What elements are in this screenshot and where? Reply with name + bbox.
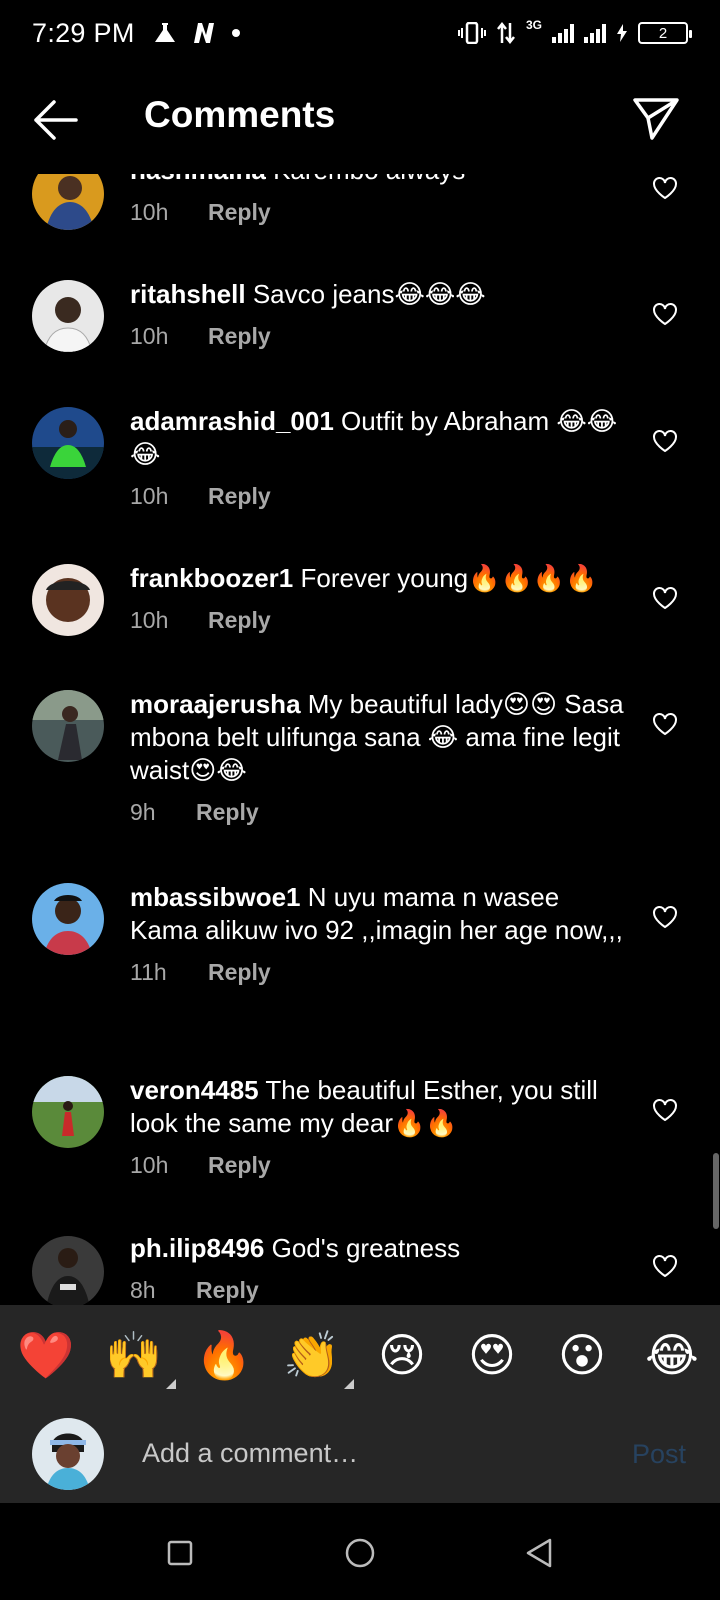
heart-outline-icon[interactable] — [652, 586, 678, 610]
comment-username[interactable]: veron4485 — [130, 1075, 259, 1105]
avatar[interactable] — [32, 690, 104, 762]
heart-outline-icon[interactable] — [652, 429, 678, 453]
comment-time: 10h — [130, 483, 169, 509]
paper-plane-icon[interactable] — [632, 96, 680, 142]
header: Comments — [0, 66, 720, 174]
status-time: 7:29 PM — [32, 17, 135, 48]
skin-tone-indicator-icon — [344, 1379, 354, 1389]
tears-of-joy-emoji-reaction[interactable]: 😂 — [642, 1325, 702, 1385]
comment-username[interactable]: adamrashid_001 — [130, 406, 334, 436]
dot-icon — [231, 29, 240, 37]
heart-outline-icon[interactable] — [652, 1098, 678, 1122]
heart-outline-icon[interactable] — [652, 712, 678, 736]
signal-2-icon — [584, 23, 606, 43]
avatar[interactable] — [32, 280, 104, 352]
avatar[interactable] — [32, 1236, 104, 1305]
heart-eyes-emoji-reaction[interactable]: 😍 — [462, 1325, 522, 1385]
battery-icon: 2 — [638, 22, 692, 44]
comment-username[interactable]: nashmaina — [130, 174, 266, 185]
recent-apps-icon[interactable] — [160, 1533, 200, 1573]
comment-username[interactable]: frankboozer1 — [130, 563, 293, 593]
comment-time: 10h — [130, 199, 169, 225]
reply-button[interactable]: Reply — [208, 199, 271, 226]
comment-input[interactable] — [142, 1433, 592, 1473]
heart-outline-icon[interactable] — [652, 176, 678, 200]
current-user-avatar — [32, 1418, 104, 1490]
comment-text: Karembo always — [273, 174, 465, 185]
reply-button[interactable]: Reply — [208, 483, 271, 510]
comment-text: Savco jeans😂😂😂 — [252, 279, 486, 309]
signal-1-icon — [552, 23, 574, 43]
status-bar: 7:29 PM 3G 2 — [0, 0, 720, 66]
avatar[interactable] — [32, 883, 104, 955]
scrollbar[interactable] — [713, 1153, 719, 1229]
comment-time: 10h — [130, 323, 169, 349]
surprised-face-emoji-reaction[interactable]: 😮 — [552, 1325, 612, 1385]
comment-username[interactable]: mbassibwoe1 — [130, 882, 301, 912]
reply-button[interactable]: Reply — [196, 1277, 259, 1304]
raised-hands-emoji-reaction[interactable]: 🙌 — [104, 1325, 176, 1389]
reply-button[interactable]: Reply — [208, 323, 271, 350]
avatar[interactable] — [32, 1076, 104, 1148]
comment-composer: Post — [0, 1405, 720, 1503]
skin-tone-indicator-icon — [166, 1379, 176, 1389]
comment-time: 8h — [130, 1277, 156, 1303]
netflix-n-icon — [193, 23, 214, 43]
heart-emoji-reaction[interactable]: ❤️ — [16, 1325, 76, 1385]
comment-time: 9h — [130, 799, 156, 825]
comment-text: Forever young🔥🔥🔥🔥 — [300, 563, 598, 593]
heart-outline-icon[interactable] — [652, 1254, 678, 1278]
clapping-hands-emoji-reaction[interactable]: 👏 — [282, 1325, 354, 1389]
reply-button[interactable]: Reply — [208, 607, 271, 634]
comment-text: God's greatness — [271, 1233, 461, 1263]
reply-button[interactable]: Reply — [208, 1152, 271, 1179]
charging-bolt-icon — [617, 24, 627, 42]
heart-outline-icon[interactable] — [652, 302, 678, 326]
comment-time: 10h — [130, 1152, 169, 1178]
flask-icon — [154, 23, 175, 42]
post-button[interactable]: Post — [632, 1439, 686, 1470]
page-title: Comments — [144, 94, 336, 135]
comment-time: 10h — [130, 607, 169, 633]
avatar[interactable] — [32, 564, 104, 636]
comment-username[interactable]: ritahshell — [130, 279, 246, 309]
comment-username[interactable]: moraajerusha — [130, 689, 301, 719]
data-transfer-icon — [497, 22, 515, 44]
heart-outline-icon[interactable] — [652, 905, 678, 929]
quick-reactions-bar: ❤️ 🙌 🔥 👏 😢 😍 😮 😂 — [0, 1305, 720, 1405]
avatar[interactable] — [32, 407, 104, 479]
battery-level: 2 — [658, 24, 668, 42]
reply-button[interactable]: Reply — [208, 959, 271, 986]
arrow-left-icon[interactable] — [30, 96, 80, 144]
fire-emoji-reaction[interactable]: 🔥 — [194, 1325, 254, 1385]
system-navigation-bar — [0, 1503, 720, 1600]
reply-button[interactable]: Reply — [196, 799, 259, 826]
home-icon[interactable] — [340, 1533, 380, 1573]
vibrate-icon — [457, 22, 486, 44]
comments-list[interactable]: nashmaina Karembo always 10h Reply ritahs… — [0, 174, 720, 1305]
crying-face-emoji-reaction[interactable]: 😢 — [372, 1325, 432, 1385]
back-triangle-icon[interactable] — [520, 1533, 560, 1573]
network-type-label: 3G — [525, 18, 542, 32]
comment-time: 11h — [130, 959, 167, 985]
comment-username[interactable]: ph.ilip8496 — [130, 1233, 264, 1263]
avatar[interactable] — [32, 174, 104, 230]
